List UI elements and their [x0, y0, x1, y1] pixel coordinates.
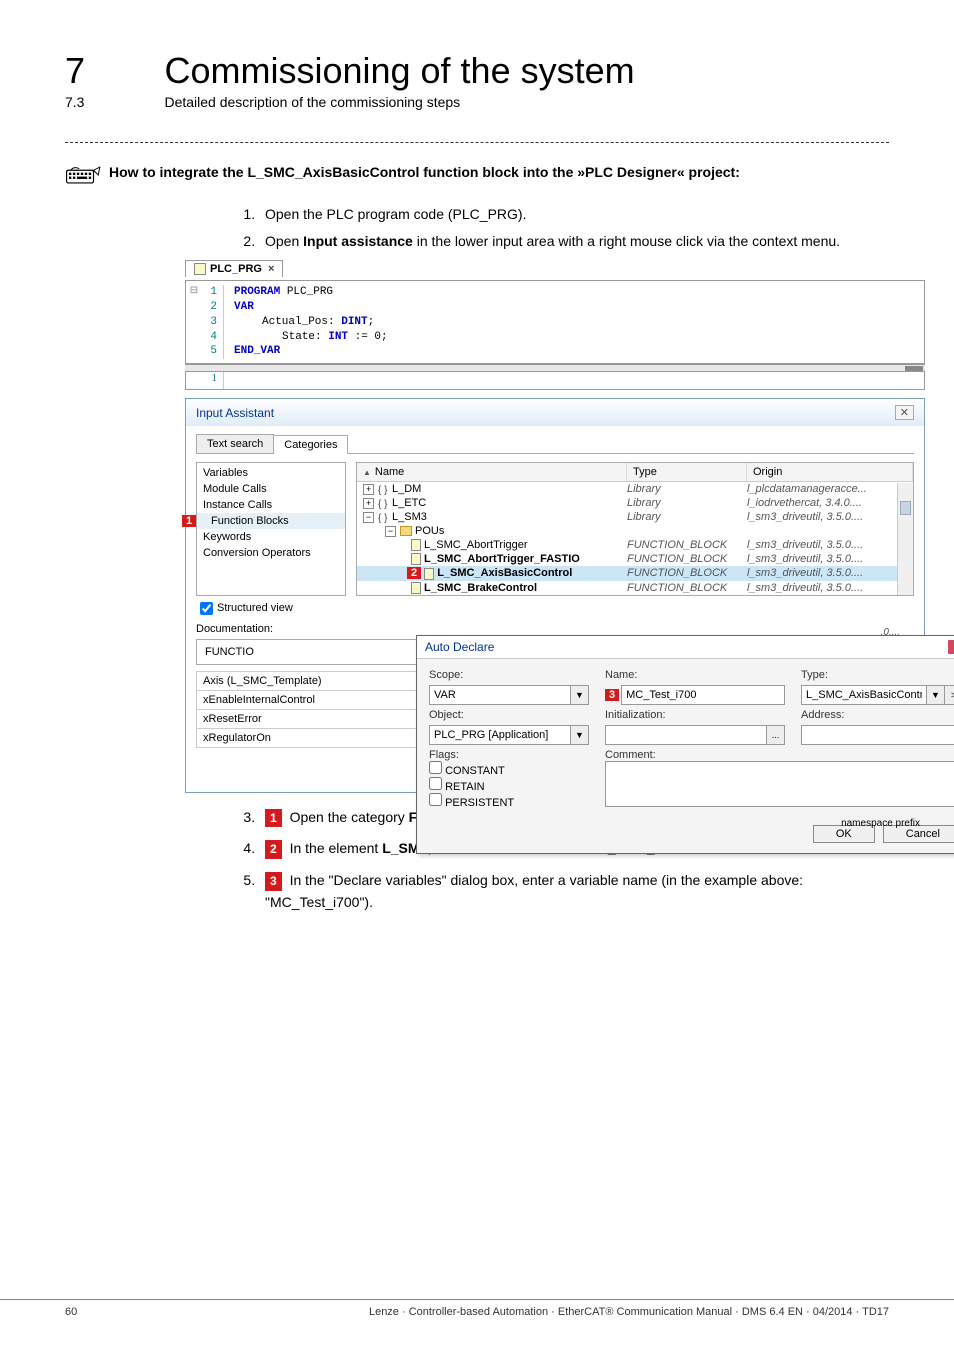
scope-select[interactable] — [429, 685, 571, 705]
flag-persistent[interactable]: PERSISTENT — [429, 793, 589, 809]
init-input[interactable] — [605, 725, 767, 745]
namespace-prefix-label: namespace prefix — [841, 818, 920, 829]
type-label: Type: — [801, 669, 954, 681]
close-icon[interactable]: ✕ — [948, 640, 954, 654]
address-input[interactable] — [801, 725, 954, 745]
documentation-label: Documentation: — [196, 623, 914, 635]
browse-button[interactable]: ... — [767, 725, 785, 745]
dialog-title: Input Assistant — [196, 406, 274, 420]
file-icon — [194, 263, 206, 275]
selected-fb-row[interactable]: 2 L_SMC_AxisBasicControlFUNCTION_BLOCKl_… — [357, 566, 913, 580]
cat-conversion-operators[interactable]: Conversion Operators — [197, 545, 345, 561]
structured-view-label: Structured view — [217, 602, 293, 614]
object-label: Object: — [429, 709, 589, 721]
object-select[interactable] — [429, 725, 571, 745]
section-number: 7.3 — [65, 94, 160, 110]
browse-button[interactable]: > — [945, 685, 954, 705]
footer-meta: Lenze · Controller-based Automation · Et… — [369, 1306, 889, 1318]
step-2: Open Input assistance in the lower input… — [259, 231, 889, 252]
tab-label: PLC_PRG — [210, 263, 262, 275]
category-list[interactable]: Variables Module Calls Instance Calls 1F… — [196, 462, 346, 595]
flag-constant[interactable]: CONSTANT — [429, 761, 589, 777]
divider — [65, 142, 889, 143]
comment-textarea[interactable] — [605, 761, 954, 807]
scrollbar[interactable] — [897, 483, 913, 594]
name-input[interactable] — [621, 685, 785, 705]
chapter-number: 7 — [65, 50, 160, 92]
cat-function-blocks[interactable]: 1Function Blocks — [197, 513, 345, 529]
step-5: 3 In the "Declare variables" dialog box,… — [259, 870, 889, 913]
tree-list[interactable]: ▲Name Type Origin +L_DMLibraryl_plcdatam… — [356, 462, 914, 595]
flag-retain[interactable]: RETAIN — [429, 777, 589, 793]
step-1: Open the PLC program code (PLC_PRG). — [259, 204, 889, 225]
address-label: Address: — [801, 709, 954, 721]
editor-tab[interactable]: PLC_PRG × — [185, 260, 283, 277]
cat-instance-calls[interactable]: Instance Calls — [197, 497, 345, 513]
chevron-down-icon[interactable]: ▼ — [571, 725, 589, 745]
name-label: Name: — [605, 669, 785, 681]
tab-categories[interactable]: Categories — [273, 435, 348, 454]
cat-keywords[interactable]: Keywords — [197, 529, 345, 545]
chevron-down-icon[interactable]: ▼ — [927, 685, 945, 705]
page-number: 60 — [65, 1306, 77, 1318]
close-icon[interactable]: × — [268, 263, 274, 275]
instruction-heading: How to integrate the L_SMC_AxisBasicCont… — [109, 163, 889, 192]
scope-label: Scope: — [429, 669, 589, 681]
init-label: Initialization: — [605, 709, 785, 721]
splitter[interactable] — [185, 364, 925, 372]
input-assistant-dialog: Input Assistant ✕ Text search Categories… — [185, 398, 925, 792]
subdialog-title: Auto Declare — [425, 640, 494, 654]
keyboard-icon — [65, 163, 109, 192]
close-icon[interactable]: ✕ — [895, 405, 914, 420]
code-editor[interactable]: ⊟12345 PROGRAM PLC_PRG VAR Actual_Pos: D… — [185, 280, 925, 364]
structured-view-checkbox[interactable] — [200, 602, 213, 615]
cat-variables[interactable]: Variables — [197, 465, 345, 481]
section-title: Detailed description of the commissionin… — [164, 94, 460, 110]
chevron-down-icon[interactable]: ▼ — [571, 685, 589, 705]
comment-label: Comment: — [605, 749, 954, 761]
ide-screenshot: PLC_PRG × ⊟12345 PROGRAM PLC_PRG VAR Act… — [185, 260, 925, 793]
chapter-title: Commissioning of the system — [164, 50, 634, 92]
tab-text-search[interactable]: Text search — [196, 434, 274, 453]
cat-module-calls[interactable]: Module Calls — [197, 481, 345, 497]
flags-label: Flags: — [429, 749, 589, 761]
type-select[interactable] — [801, 685, 927, 705]
